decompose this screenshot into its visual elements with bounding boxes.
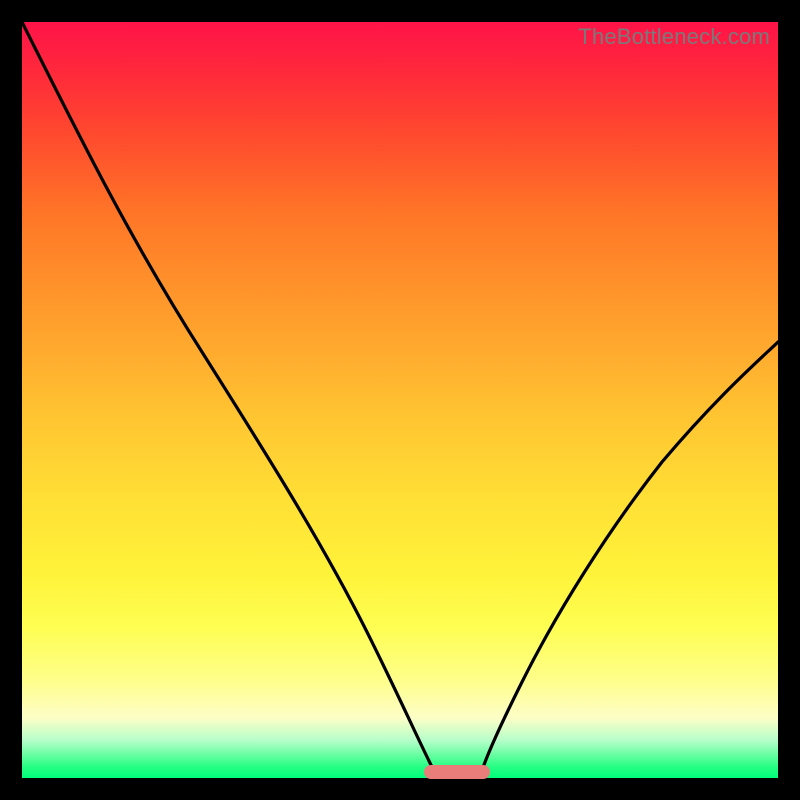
plot-area: TheBottleneck.com [22,22,778,778]
right-curve-path [480,342,778,777]
left-curve-path [22,22,436,776]
curves-svg [22,22,778,778]
chart-frame: TheBottleneck.com [0,0,800,800]
bottleneck-marker [424,765,490,779]
